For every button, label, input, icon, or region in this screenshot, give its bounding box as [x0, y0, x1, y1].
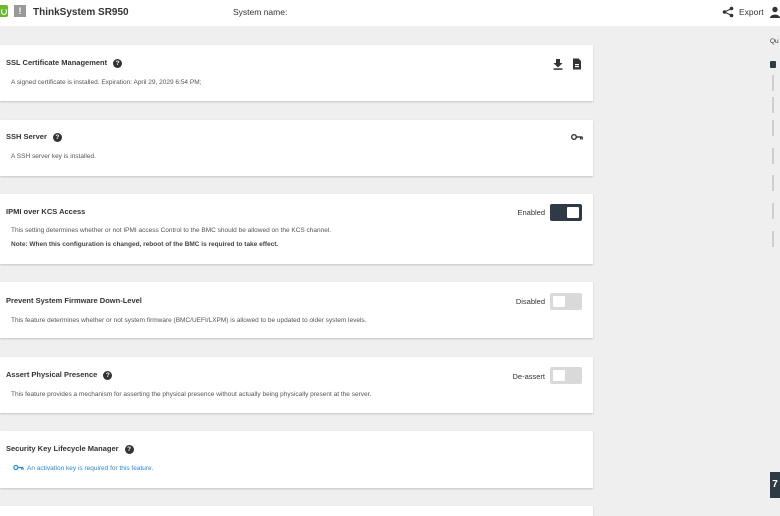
help-icon[interactable]: ? [113, 59, 123, 68]
quick-nav-tick[interactable] [772, 148, 774, 164]
toggle-thumb [553, 370, 565, 381]
certificate-file-icon[interactable] [571, 58, 583, 70]
system-name-label: System name: [233, 7, 288, 17]
help-icon[interactable]: ? [103, 371, 113, 380]
presence-state-label: De-assert [512, 372, 545, 381]
firmware-state-label: Disabled [515, 297, 545, 306]
share-icon[interactable] [722, 6, 734, 18]
key-icon[interactable] [571, 133, 583, 141]
sklm-card: Security Key Lifecycle Manager? An activ… [0, 431, 593, 488]
ipmi-card-description: This setting determines whether or not I… [11, 227, 332, 234]
toggle-thumb [567, 207, 579, 218]
ssh-server-card: SSH Server? A SSH server key is installe… [0, 120, 593, 176]
ssh-card-title-row: SSH Server? [6, 132, 62, 142]
top-header: ! ThinkSystem SR950 System name: Export [0, 0, 780, 26]
ssl-card-description: A signed certificate is installed. Expir… [11, 79, 202, 86]
help-icon[interactable]: ? [124, 445, 134, 454]
presence-toggle[interactable] [550, 367, 582, 384]
ipmi-card-note: Note: When this configuration is changed… [11, 241, 279, 248]
presence-card-description: This feature provides a mechanism for as… [11, 391, 372, 398]
page-title: ThinkSystem SR950 [33, 7, 129, 18]
quick-nav-tick[interactable] [772, 120, 774, 136]
power-status-icon[interactable] [0, 5, 8, 17]
firmware-downlevel-card: Prevent System Firmware Down-Level This … [0, 282, 593, 338]
quick-nav-tick[interactable] [772, 203, 774, 219]
sklm-card-title: Security Key Lifecycle Manager [6, 444, 119, 453]
sklm-card-title-row: Security Key Lifecycle Manager? [6, 444, 134, 454]
warning-icon[interactable]: ! [14, 5, 26, 17]
ssh-card-title: SSH Server [6, 132, 47, 141]
floating-action-button[interactable]: 7 [770, 472, 780, 498]
quick-nav-tick[interactable] [772, 75, 774, 91]
user-icon[interactable] [770, 6, 780, 18]
help-icon[interactable]: ? [52, 133, 62, 142]
quick-nav-tick[interactable] [772, 175, 774, 191]
quick-nav-rail[interactable] [770, 55, 776, 255]
activation-key-text[interactable]: An activation key is required for this f… [27, 465, 153, 472]
firmware-toggle[interactable] [550, 293, 582, 310]
ipmi-card-title: IPMI over KCS Access [6, 207, 86, 216]
presence-card-title-row: Assert Physical Presence? [6, 370, 113, 380]
next-card-partial [0, 506, 593, 516]
ssl-card-title: SSL Certificate Management [6, 58, 108, 67]
quick-nav-tick[interactable] [772, 97, 774, 113]
firmware-card-description: This feature determines whether or not s… [11, 317, 367, 324]
export-button[interactable]: Export [739, 7, 764, 17]
ssh-card-description: A SSH server key is installed. [11, 153, 96, 160]
quick-nav-tick[interactable] [772, 231, 774, 247]
activation-key-icon [13, 464, 24, 471]
download-icon[interactable] [552, 58, 564, 70]
ipmi-kcs-card: IPMI over KCS Access This setting determ… [0, 194, 593, 264]
quick-nav-knob[interactable] [770, 61, 776, 68]
physical-presence-card: Assert Physical Presence? This feature p… [0, 357, 593, 413]
presence-card-title: Assert Physical Presence [6, 370, 98, 379]
firmware-card-title: Prevent System Firmware Down-Level [6, 296, 142, 305]
ipmi-toggle[interactable] [550, 204, 582, 221]
activation-key-link[interactable]: An activation key is required for this f… [13, 464, 153, 472]
ssl-certificate-card: SSL Certificate Management? A signed cer… [0, 45, 593, 101]
ssl-card-title-row: SSL Certificate Management? [6, 58, 123, 68]
toggle-thumb [553, 296, 565, 307]
ipmi-state-label: Enabled [517, 208, 545, 217]
quick-nav-label: Qu [770, 38, 779, 45]
